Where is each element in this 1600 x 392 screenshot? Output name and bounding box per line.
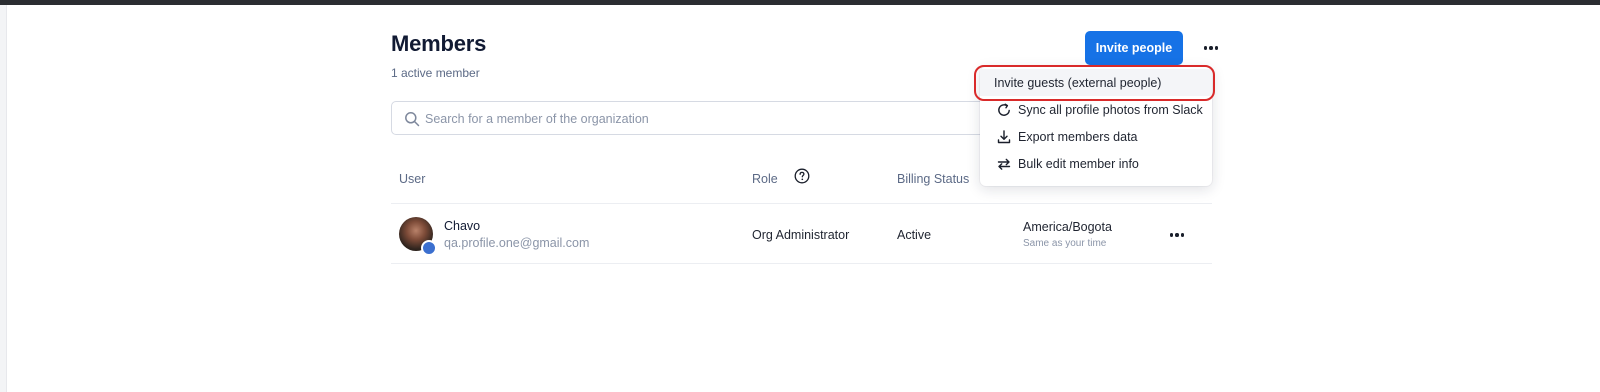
members-page: Members 1 active member Invite people Us… <box>391 5 1219 392</box>
member-search-box <box>391 101 1011 135</box>
row-more-options-button[interactable] <box>1165 226 1189 244</box>
column-header-role[interactable]: Role <box>752 172 778 186</box>
page-title: Members <box>391 31 487 56</box>
menu-item-label: Sync all profile photos from Slack <box>1018 102 1203 117</box>
swap-icon <box>997 158 1011 170</box>
member-name[interactable]: Chavo <box>444 219 480 233</box>
menu-item-export-members[interactable]: Export members data <box>980 123 1212 150</box>
sync-icon <box>998 103 1010 116</box>
table-divider <box>391 203 1212 204</box>
download-icon <box>997 129 1011 143</box>
active-member-count: 1 active member <box>391 66 480 80</box>
timezone-note: Same as your time <box>1023 238 1107 249</box>
member-timezone: America/Bogota <box>1023 220 1112 234</box>
more-options-menu: Invite guests (external people) Sync all… <box>980 67 1212 186</box>
more-horizontal-icon <box>1169 233 1174 237</box>
menu-item-bulk-edit[interactable]: Bulk edit member info <box>980 150 1212 177</box>
menu-item-label: Export members data <box>1018 129 1138 144</box>
column-header-user[interactable]: User <box>399 172 425 186</box>
slack-badge-icon <box>421 240 437 256</box>
member-search-input[interactable] <box>425 108 985 130</box>
left-sidebar-edge <box>0 5 7 392</box>
more-horizontal-icon <box>1203 46 1208 50</box>
member-email: qa.profile.one@gmail.com <box>444 236 590 250</box>
menu-item-invite-guests[interactable]: Invite guests (external people) <box>980 69 1212 96</box>
member-billing-status: Active <box>897 228 932 242</box>
invite-people-button[interactable]: Invite people <box>1085 31 1183 65</box>
menu-item-label: Bulk edit member info <box>1018 156 1139 171</box>
menu-item-label: Invite guests (external people) <box>994 75 1162 90</box>
help-circle-icon[interactable] <box>794 168 810 184</box>
search-icon <box>405 112 420 127</box>
member-role: Org Administrator <box>752 228 850 242</box>
column-header-billing-status[interactable]: Billing Status <box>897 172 969 186</box>
more-options-button[interactable] <box>1199 37 1223 59</box>
menu-item-sync-photos[interactable]: Sync all profile photos from Slack <box>980 96 1212 123</box>
table-divider <box>391 263 1212 264</box>
